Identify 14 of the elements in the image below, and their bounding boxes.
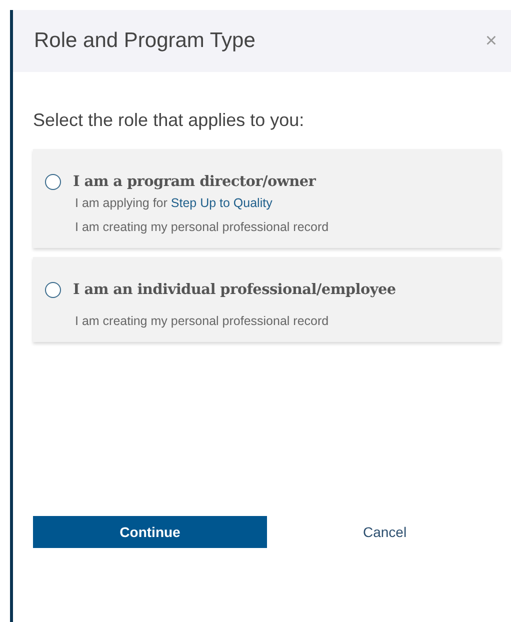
role-title: I am a program director/owner: [73, 173, 316, 190]
cancel-button[interactable]: Cancel: [359, 520, 411, 544]
role-description: I am creating my personal professional record: [75, 220, 330, 234]
continue-button[interactable]: Continue: [33, 516, 267, 548]
program-link[interactable]: Step Up to Quality: [170, 196, 272, 210]
role-title: I am an individual professional/employee: [73, 281, 396, 298]
dialog-title: Role and Program Type: [34, 29, 256, 53]
role-card[interactable]: I am a program director/owner I am applying for Step Up to Quality I am creating my personal professional record: [33, 149, 501, 248]
role-description: I am creating my personal professional record: [75, 314, 330, 328]
role-description: I am applying for Step Up to Quality: [75, 196, 274, 210]
role-card[interactable]: I am an individual professional/employee I am creating my personal professional record: [33, 257, 501, 342]
radio-button[interactable]: [45, 174, 61, 190]
radio-button[interactable]: [45, 282, 61, 298]
prompt-text: Select the role that applies to you:: [33, 110, 306, 131]
